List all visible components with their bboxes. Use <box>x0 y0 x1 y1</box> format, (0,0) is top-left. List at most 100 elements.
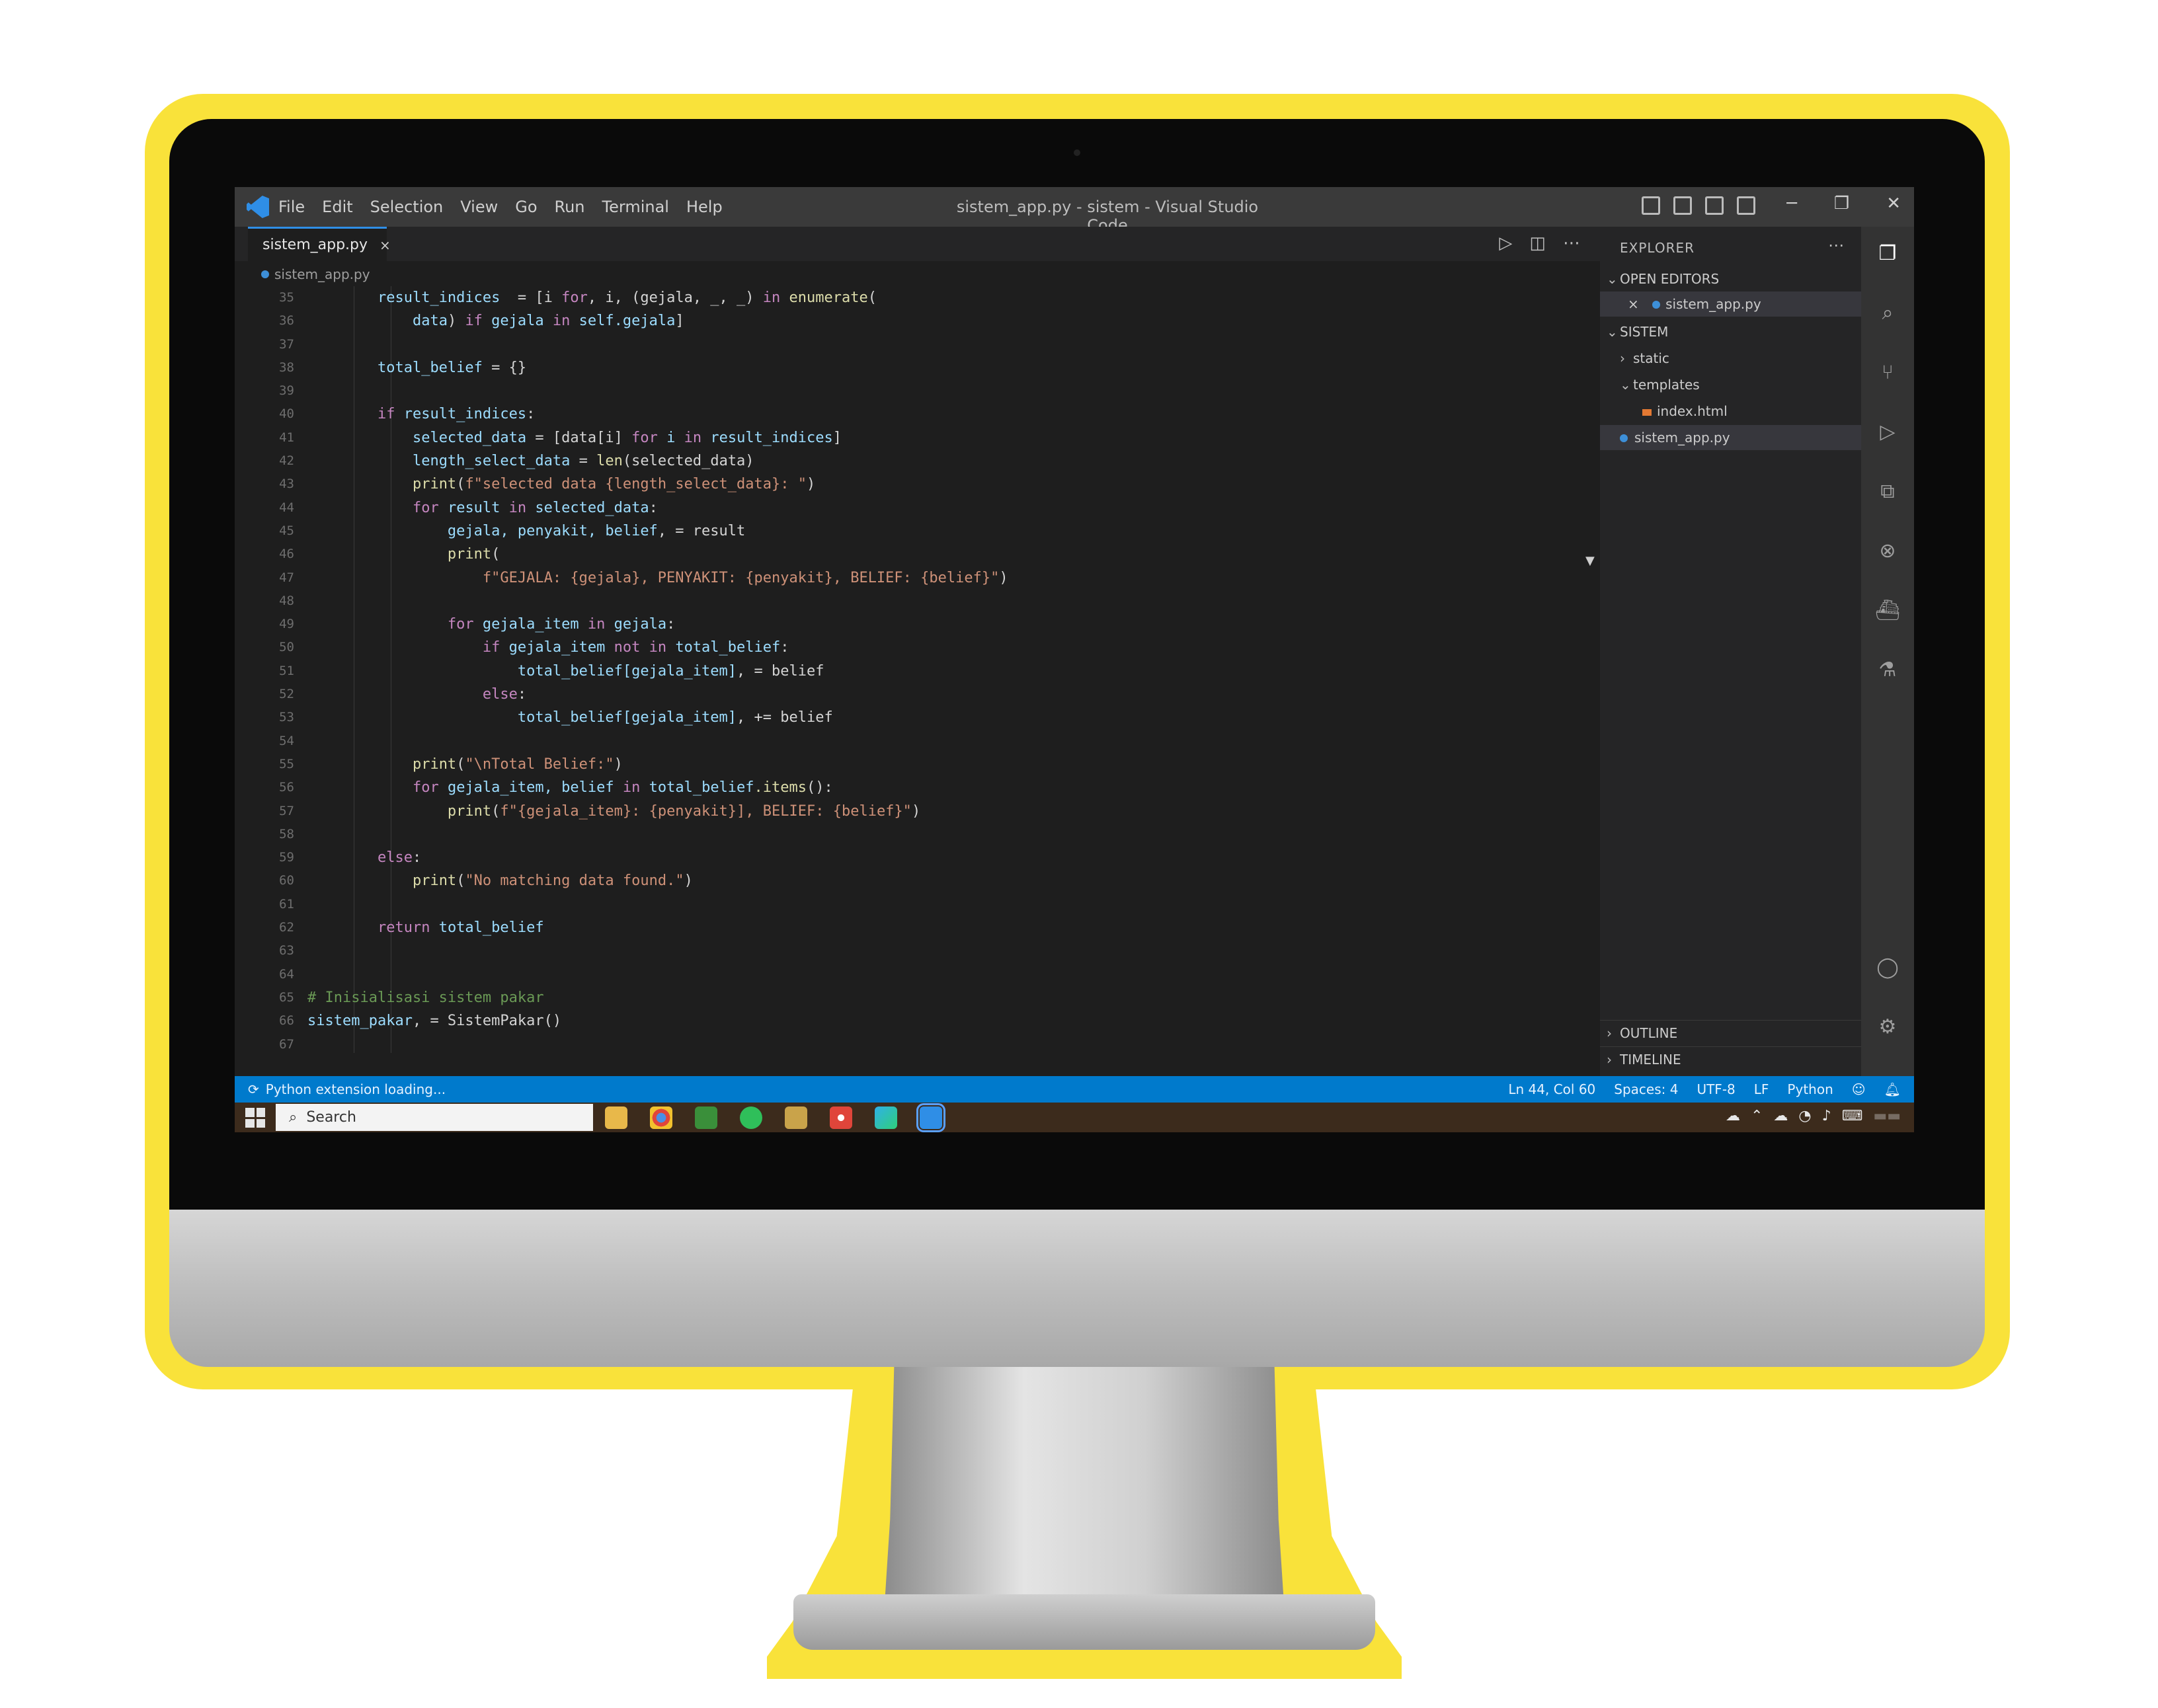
language-mode[interactable]: Python <box>1787 1081 1833 1097</box>
explorer-icon[interactable]: ❐ <box>1874 240 1901 266</box>
code-token: for <box>631 429 658 446</box>
code-token: ( <box>867 290 877 306</box>
explorer-more-icon[interactable]: ⋯ <box>1828 236 1844 254</box>
breadcrumb-file[interactable]: sistem_app.py <box>274 266 370 282</box>
restore-icon[interactable]: ❐ <box>1834 194 1849 214</box>
chrome-icon[interactable] <box>830 1106 852 1129</box>
code-token: ( <box>456 476 465 493</box>
explorer-sidebar: EXPLORER ⋯ ⌄ OPEN EDITORS × sistem_app.py… <box>1600 227 1861 1076</box>
code-token: = {} <box>482 359 527 376</box>
tab-sistem-app[interactable]: sistem_app.py × <box>248 227 391 261</box>
close-icon[interactable]: × <box>1628 296 1639 312</box>
search-icon: ⌕ <box>289 1109 298 1126</box>
timeline-header[interactable]: › TIMELINE <box>1600 1046 1861 1072</box>
code-token: print <box>412 756 457 773</box>
whatsapp-icon[interactable] <box>740 1106 762 1129</box>
minimize-icon[interactable]: ─ <box>1786 194 1797 214</box>
line-number: 63 <box>279 943 294 958</box>
chevron-down-icon: ⌄ <box>1607 324 1618 340</box>
code-line: else: <box>307 846 1564 869</box>
cursor-position[interactable]: Ln 44, Col 60 <box>1508 1081 1595 1097</box>
extensions-icon[interactable]: ⧉ <box>1874 478 1901 504</box>
weather-icon[interactable]: ☁ <box>1726 1108 1740 1124</box>
close-icon[interactable]: ✕ <box>1886 194 1901 214</box>
line-number: 36 <box>279 313 294 329</box>
feedback-icon[interactable]: ☺ <box>1852 1081 1866 1097</box>
network-icon[interactable]: ◔ <box>1798 1108 1811 1124</box>
folder-header[interactable]: ⌄ SISTEM <box>1600 319 1861 344</box>
line-number: 62 <box>279 920 294 935</box>
code-token: print <box>447 802 492 820</box>
app-icon[interactable] <box>695 1106 717 1129</box>
account-icon[interactable]: ◯ <box>1874 954 1901 980</box>
code-token: else <box>377 849 413 867</box>
outline-header[interactable]: › OUTLINE <box>1600 1020 1861 1046</box>
menu-file[interactable]: File <box>278 198 305 216</box>
tree-item-label: templates <box>1633 377 1700 393</box>
tree-item-index-html[interactable]: index.html <box>1600 399 1861 424</box>
vscode-taskbar-icon[interactable] <box>916 1103 945 1132</box>
source-control-icon[interactable]: ⑂ <box>1874 359 1901 385</box>
indentation[interactable]: Spaces: 4 <box>1614 1081 1678 1097</box>
customize-layout-icon[interactable] <box>1737 196 1755 215</box>
notifications-icon[interactable]: 🔔︎ <box>1884 1081 1901 1097</box>
menu-terminal[interactable]: Terminal <box>602 198 669 216</box>
code-token: (selected_data) <box>622 453 754 470</box>
tree-item-static[interactable]: › static <box>1600 346 1861 371</box>
system-tray: ☁ ⌃ ☁ ◔ ♪ ⌨ ▬▬ <box>1726 1108 1901 1124</box>
code-token: f"GEJALA: {gejala}, PENYAKIT: {penyakit}… <box>482 569 1000 586</box>
encoding[interactable]: UTF-8 <box>1697 1081 1735 1097</box>
line-ending[interactable]: LF <box>1754 1081 1769 1097</box>
menu-selection[interactable]: Selection <box>370 198 444 216</box>
settings-gear-icon[interactable]: ⚙ <box>1874 1013 1901 1040</box>
code-token: ] <box>675 313 684 330</box>
code-token: = <box>570 453 597 470</box>
testing-icon[interactable]: ⚗ <box>1874 656 1901 683</box>
onedrive-icon[interactable]: ☁ <box>1773 1108 1788 1124</box>
run-debug-icon[interactable]: ▷ <box>1874 418 1901 445</box>
toggle-panel-icon[interactable] <box>1673 196 1692 215</box>
edge-icon[interactable] <box>875 1106 897 1129</box>
code-token: in <box>587 616 606 633</box>
tree-item-sistem-app[interactable]: sistem_app.py <box>1600 425 1861 450</box>
docker-icon[interactable]: ⛴ <box>1874 597 1901 623</box>
menu-go[interactable]: Go <box>515 198 537 216</box>
clock[interactable]: ▬▬ <box>1873 1108 1901 1124</box>
menu-run[interactable]: Run <box>555 198 585 216</box>
chevron-up-icon[interactable]: ⌃ <box>1751 1108 1763 1124</box>
code-line: if gejala_item not in total_belief: <box>307 636 1564 659</box>
line-number: 35 <box>279 290 294 305</box>
menu-edit[interactable]: Edit <box>322 198 352 216</box>
more-actions-icon[interactable]: ⋯ <box>1563 233 1580 253</box>
menu-view[interactable]: View <box>460 198 498 216</box>
tab-close-icon[interactable]: × <box>380 237 391 253</box>
taskbar-search[interactable]: ⌕ Search <box>276 1104 593 1131</box>
toggle-primary-sidebar-icon[interactable] <box>1642 196 1660 215</box>
split-editor-icon[interactable]: ◫ <box>1529 233 1546 253</box>
run-python-file-icon[interactable]: ▷ <box>1499 233 1512 253</box>
file-explorer-icon[interactable] <box>605 1106 627 1129</box>
code-token: , = SistemPakar() <box>412 1013 562 1030</box>
code-token: result_indices <box>701 429 833 446</box>
code-editor[interactable]: result_indices = [i for, i, (gejala, _, … <box>307 286 1564 1053</box>
status-message[interactable]: Python extension loading... <box>266 1081 446 1097</box>
chrome-icon[interactable] <box>650 1106 672 1129</box>
tree-item-templates[interactable]: ⌄ templates <box>1600 372 1861 397</box>
language-icon[interactable]: ⌨ <box>1842 1108 1863 1124</box>
code-token: "\nTotal Belief:" <box>465 756 614 773</box>
open-editors-header[interactable]: ⌄ OPEN EDITORS <box>1600 266 1861 291</box>
app-icon[interactable] <box>785 1106 807 1129</box>
toggle-secondary-sidebar-icon[interactable] <box>1705 196 1724 215</box>
remote-explorer-icon[interactable]: ⊗ <box>1874 537 1901 564</box>
line-number: 53 <box>279 710 294 725</box>
search-icon[interactable]: ⌕ <box>1874 299 1901 326</box>
open-editor-item[interactable]: × sistem_app.py <box>1600 291 1861 317</box>
menu-help[interactable]: Help <box>686 198 723 216</box>
volume-icon[interactable]: ♪ <box>1822 1108 1831 1124</box>
code-token: gejala, penyakit, belief <box>447 522 658 539</box>
windows-start-icon[interactable] <box>245 1108 265 1128</box>
code-token: in <box>543 313 571 330</box>
